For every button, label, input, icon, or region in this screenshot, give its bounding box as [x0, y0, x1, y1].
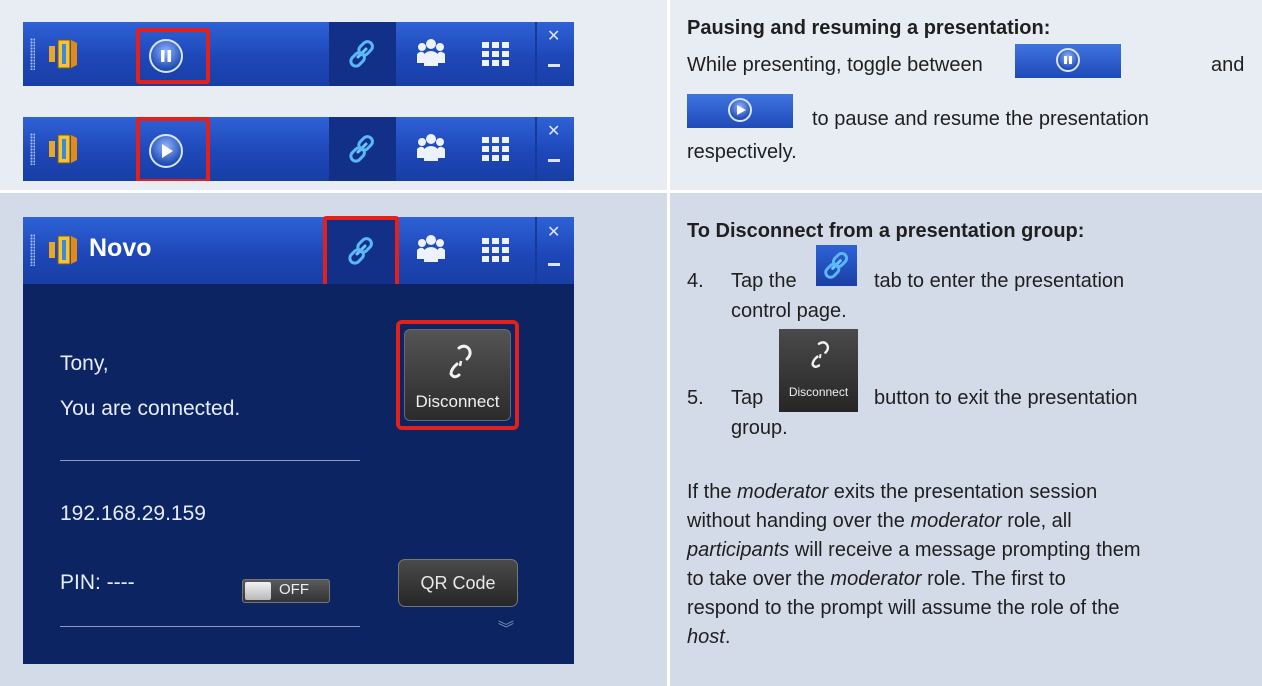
link-icon — [824, 251, 849, 279]
section-heading: To Disconnect from a presentation group: — [687, 220, 1085, 242]
pause-icon — [1056, 48, 1080, 72]
drag-grip[interactable] — [30, 234, 35, 266]
divider — [60, 460, 360, 461]
qr-code-button[interactable]: QR Code — [398, 559, 518, 607]
inline-pause-button-image — [1015, 44, 1121, 78]
novo-logo-icon — [49, 235, 77, 265]
minimize-icon[interactable] — [548, 159, 560, 162]
paragraph-line: without handing over the moderator role,… — [687, 510, 1072, 532]
app-panel-cell: Novo ✕ Tony, You are connected. Disconne… — [0, 193, 667, 686]
ip-address: 192.168.29.159 — [60, 502, 206, 525]
users-icon[interactable] — [414, 232, 448, 266]
drag-grip[interactable] — [30, 38, 35, 70]
disconnect-instructions-cell: To Disconnect from a presentation group:… — [670, 193, 1262, 686]
minimize-icon[interactable] — [548, 263, 560, 266]
paragraph-line: If the moderator exits the presentation … — [687, 481, 1098, 503]
drag-grip[interactable] — [30, 133, 35, 165]
toolbar-pause-state: ✕ — [23, 22, 574, 86]
paragraph-line: to take over the moderator role. The fir… — [687, 568, 1066, 590]
inline-play-button-image — [687, 94, 793, 128]
disconnect-label: Disconnect — [788, 385, 849, 399]
novo-logo-icon — [49, 134, 77, 164]
grid-icon[interactable] — [479, 38, 513, 72]
close-icon[interactable]: ✕ — [547, 121, 560, 140]
instruction-line: While presenting, toggle between — [687, 54, 983, 76]
broken-link-icon — [811, 341, 830, 368]
toolbar-separator — [535, 22, 537, 86]
paragraph-line: host. — [687, 626, 731, 648]
step-text: tab to enter the presentation — [874, 270, 1125, 292]
toggle-label: OFF — [279, 581, 309, 598]
inline-disconnect-button-image: Disconnect — [779, 329, 858, 412]
novo-app-panel: Novo ✕ Tony, You are connected. Disconne… — [23, 216, 574, 664]
greeting-text: Tony, — [60, 352, 109, 375]
users-icon[interactable] — [414, 36, 448, 70]
toolbar-play-state: ✕ — [23, 117, 574, 181]
grid-icon[interactable] — [479, 133, 513, 167]
pause-highlight-box — [136, 28, 210, 84]
moderator-note-paragraph: If the moderator exits the presentation … — [687, 478, 1141, 652]
minimize-icon[interactable] — [548, 64, 560, 67]
inline-link-tab-image — [816, 245, 857, 286]
toolbar-separator — [535, 217, 537, 284]
link-icon — [349, 135, 374, 163]
play-highlight-box — [136, 117, 210, 181]
step-number: 5. — [687, 387, 704, 409]
connection-status: You are connected. — [60, 397, 241, 420]
novo-logo-icon — [49, 39, 77, 69]
step-number: 4. — [687, 270, 704, 292]
instruction-line: respectively. — [687, 141, 797, 163]
step-text: control page. — [731, 300, 847, 322]
pin-label: PIN: ---- — [60, 571, 135, 594]
users-icon[interactable] — [414, 131, 448, 165]
grid-icon[interactable] — [479, 234, 513, 268]
paragraph-line: participants will receive a message prom… — [687, 539, 1141, 561]
close-icon[interactable]: ✕ — [547, 26, 560, 45]
instruction-line: and — [1211, 54, 1245, 76]
step-text: button to exit the presentation — [874, 387, 1138, 409]
divider — [60, 626, 360, 627]
play-icon — [728, 98, 752, 122]
toggle-knob — [245, 582, 271, 600]
pause-instructions-cell: Pausing and resuming a presentation: Whi… — [670, 0, 1262, 190]
app-title: Novo — [89, 234, 152, 262]
disconnect-highlight-box — [396, 320, 519, 430]
link-icon — [349, 40, 374, 68]
instruction-line: to pause and resume the presentation — [812, 108, 1149, 130]
pin-toggle[interactable]: OFF — [242, 579, 330, 603]
paragraph-line: respond to the prompt will assume the ro… — [687, 597, 1120, 619]
step-text: group. — [731, 417, 788, 439]
step-text: Tap the — [731, 270, 797, 292]
toolbar-examples-cell: ✕ ✕ — [0, 0, 667, 190]
step-text: Tap — [731, 387, 764, 409]
panel-toolbar: Novo ✕ — [23, 216, 574, 300]
section-heading: Pausing and resuming a presentation: — [687, 17, 1051, 39]
chevron-down-icon[interactable]: ︾ — [498, 615, 514, 639]
close-icon[interactable]: ✕ — [547, 222, 560, 241]
toolbar-separator — [535, 117, 537, 181]
